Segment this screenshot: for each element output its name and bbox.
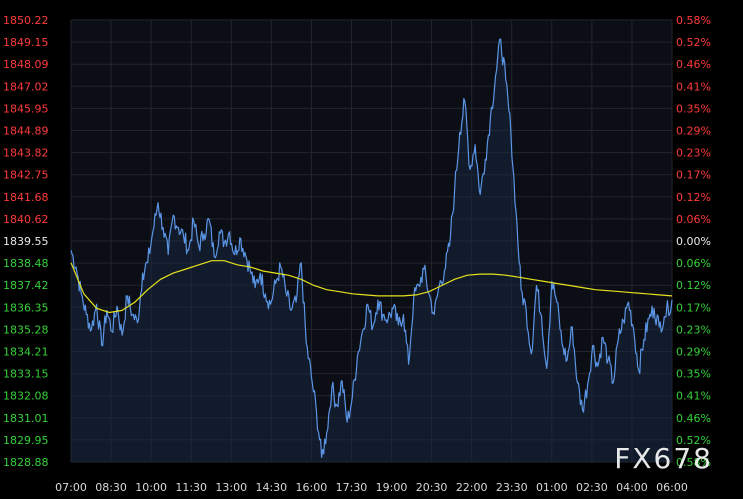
y-tick-label-left: 1837.42 <box>3 279 49 292</box>
y-tick-label-right: 0.46% <box>676 412 711 425</box>
y-tick-label-left: 1842.75 <box>3 169 49 182</box>
chart: 1850.22 0.58% 1849.15 0.52% 1848.09 0.46% 1847… <box>0 0 743 495</box>
y-tick-label-left: 1841.68 <box>3 191 49 204</box>
y-tick-label-right: 0.00% <box>676 235 711 248</box>
y-tick-label-right: 0.41% <box>676 390 711 403</box>
x-tick-label: 20:30 <box>416 481 448 494</box>
x-tick-label: 14:30 <box>255 481 287 494</box>
y-tick-label-left: 1834.21 <box>3 346 49 359</box>
y-tick-label-right: 0.23% <box>676 323 711 336</box>
x-tick-label: 19:00 <box>376 481 408 494</box>
y-tick-label-left: 1844.89 <box>3 125 49 138</box>
x-tick-label: 06:00 <box>656 481 688 494</box>
y-tick-label-right: 0.12% <box>676 279 711 292</box>
x-tick-label: 08:30 <box>95 481 127 494</box>
y-tick-label-left: 1847.02 <box>3 80 49 93</box>
y-tick-label-left: 1836.35 <box>3 301 49 314</box>
x-tick-label: 02:30 <box>576 481 608 494</box>
x-tick-label: 22:00 <box>456 481 488 494</box>
x-tick-label: 11:30 <box>175 481 207 494</box>
y-tick-label-left: 1833.15 <box>3 368 49 381</box>
x-tick-label: 23:30 <box>496 481 528 494</box>
y-tick-label-right: 0.58% <box>676 14 711 27</box>
x-tick-label: 10:00 <box>135 481 167 494</box>
y-tick-label-left: 1832.08 <box>3 390 49 403</box>
y-tick-label-right: 0.35% <box>676 368 711 381</box>
y-tick-label-right: 0.06% <box>676 213 711 226</box>
y-tick-label-left: 1828.88 <box>3 456 49 469</box>
y-tick-label-left: 1831.01 <box>3 412 49 425</box>
x-tick-label: 07:00 <box>55 481 87 494</box>
y-tick-label-left: 1849.15 <box>3 36 49 49</box>
y-tick-label-left: 1845.95 <box>3 102 49 115</box>
y-tick-label-right: 0.35% <box>676 102 711 115</box>
x-tick-label: 16:00 <box>296 481 328 494</box>
y-tick-label-right: 0.52% <box>676 36 711 49</box>
y-tick-label-left: 1840.62 <box>3 213 49 226</box>
y-tick-label-right: 0.17% <box>676 169 711 182</box>
y-tick-label-right: 0.41% <box>676 80 711 93</box>
price-chart-svg: 1850.22 0.58% 1849.15 0.52% 1848.09 0.46% 1847… <box>3 14 711 494</box>
y-tick-label-left: 1838.48 <box>3 257 49 270</box>
y-tick-label-right: 0.23% <box>676 147 711 160</box>
x-tick-label: 13:00 <box>215 481 247 494</box>
y-tick-label-left: 1843.82 <box>3 147 49 160</box>
y-tick-label-left: 1829.95 <box>3 434 49 447</box>
x-tick-label: 04:00 <box>616 481 648 494</box>
x-tick-label: 17:30 <box>336 481 368 494</box>
x-tick-label: 01:00 <box>536 481 568 494</box>
y-tick-label-left: 1850.22 <box>3 14 49 27</box>
fx678-watermark: FX678 <box>614 442 713 475</box>
y-tick-label-left: 1839.55 <box>3 235 49 248</box>
y-tick-label-right: 0.29% <box>676 125 711 138</box>
y-tick-label-right: 0.06% <box>676 257 711 270</box>
y-tick-label-right: 0.46% <box>676 58 711 71</box>
y-tick-label-left: 1848.09 <box>3 58 49 71</box>
y-tick-label-right: 0.12% <box>676 191 711 204</box>
y-tick-label-left: 1835.28 <box>3 323 49 336</box>
y-tick-label-right: 0.29% <box>676 346 711 359</box>
y-tick-label-right: 0.17% <box>676 301 711 314</box>
